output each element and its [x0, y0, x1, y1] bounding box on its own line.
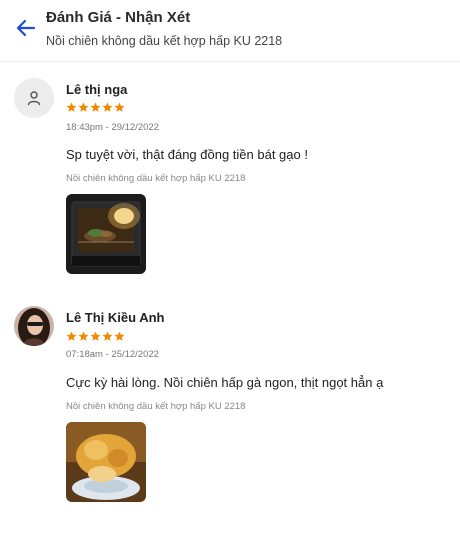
user-icon — [27, 91, 41, 106]
arrow-left-icon — [16, 19, 36, 37]
star-icon — [102, 102, 113, 112]
oven-photo-icon — [66, 194, 146, 274]
food-photo-icon — [66, 422, 146, 502]
reviewer-name: Lê thị nga — [66, 82, 128, 97]
star-rating — [66, 102, 125, 114]
star-rating — [66, 331, 125, 343]
star-icon — [90, 331, 101, 341]
reviewer-name: Lê Thị Kiều Anh — [66, 310, 165, 325]
avatar[interactable] — [14, 78, 54, 118]
star-icon — [114, 331, 125, 341]
review-product-tag: Nồi chiên không dầu kết hợp hấp KU 2218 — [66, 173, 246, 184]
star-icon — [66, 331, 77, 341]
page-header: Đánh Giá - Nhận Xét Nồi chiên không dầu … — [0, 0, 460, 62]
review-photo[interactable] — [66, 194, 146, 274]
star-icon — [78, 102, 89, 112]
avatar[interactable] — [14, 306, 54, 346]
review-timestamp: 18:43pm - 29/12/2022 — [66, 122, 159, 133]
review-comment: Sp tuyệt vời, thật đáng đồng tiền bát gạ… — [66, 147, 308, 162]
product-subtitle: Nồi chiên không dầu kết hợp hấp KU 2218 — [46, 34, 283, 48]
review-timestamp: 07:18am - 25/12/2022 — [66, 349, 159, 360]
user-photo-icon — [14, 306, 54, 346]
star-icon — [114, 102, 125, 112]
star-icon — [90, 102, 101, 112]
review-comment: Cực kỳ hài lòng. Nồi chiên hấp gà ngon, … — [66, 375, 384, 390]
page-title: Đánh Giá - Nhận Xét — [46, 9, 191, 26]
star-icon — [78, 331, 89, 341]
star-icon — [66, 102, 77, 112]
review-product-tag: Nồi chiên không dầu kết hợp hấp KU 2218 — [66, 401, 246, 412]
back-button[interactable] — [14, 16, 38, 40]
review-photo[interactable] — [66, 422, 146, 502]
star-icon — [102, 331, 113, 341]
